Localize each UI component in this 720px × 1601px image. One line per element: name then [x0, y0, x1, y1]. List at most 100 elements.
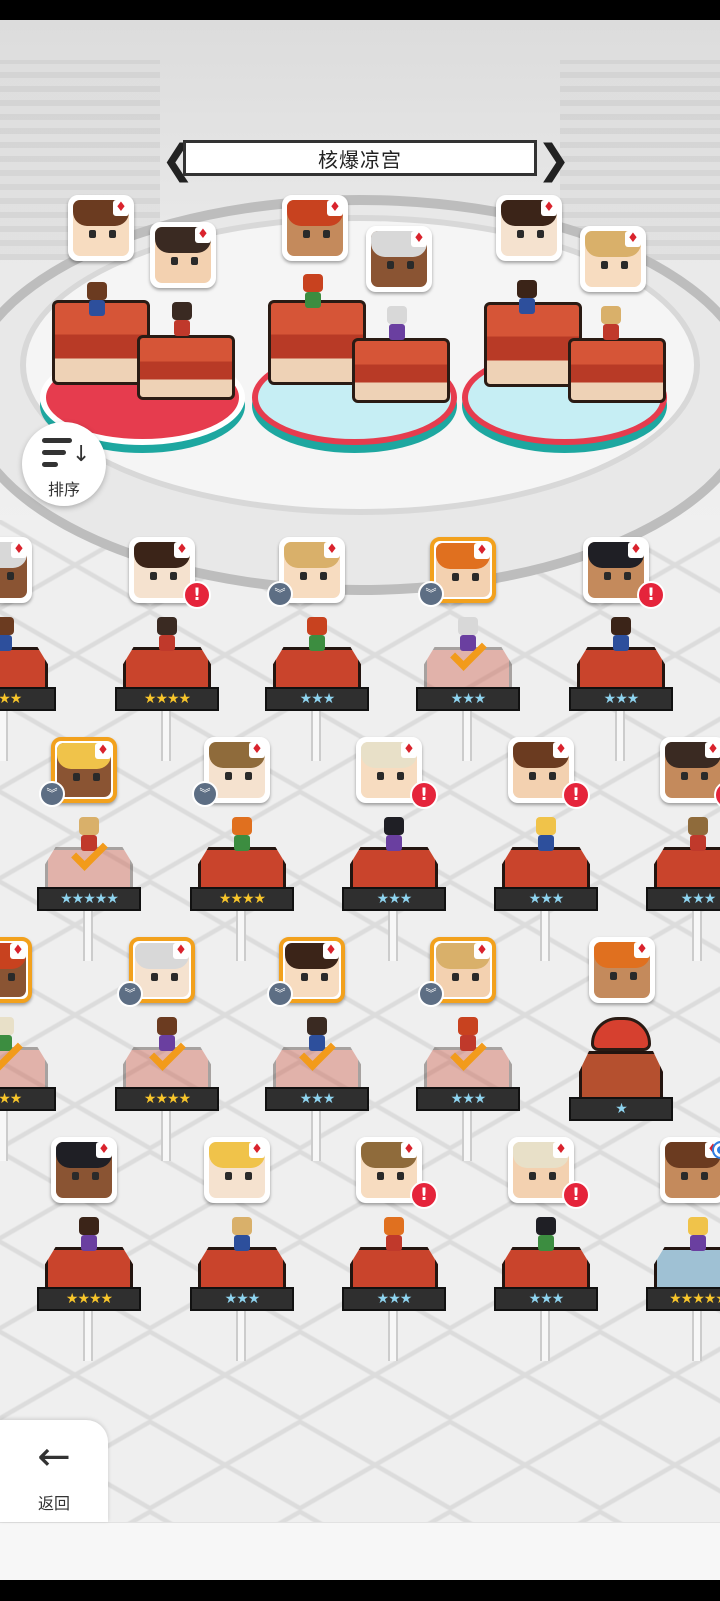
team-pedestal-block	[352, 338, 450, 403]
portrait-eye	[89, 230, 96, 238]
roster-character[interactable]: ★★★★ ♦	[37, 1137, 141, 1361]
sprite-head	[79, 1217, 99, 1235]
roster-character[interactable]: ★★★★ ♦!	[115, 537, 219, 761]
roster-character[interactable]: ★★★★★ ♦ ︾	[37, 737, 141, 961]
sprite-body	[613, 635, 629, 651]
sprite-head	[458, 1017, 478, 1035]
star-rating: ★★★	[342, 887, 446, 911]
sort-label: 排序	[47, 480, 80, 499]
character-portrait[interactable]: ♦	[660, 1137, 720, 1203]
character-portrait[interactable]: ♦	[366, 226, 432, 292]
character-portrait[interactable]: ♦	[0, 937, 32, 1003]
character-portrait[interactable]: ♦	[51, 1137, 117, 1203]
portrait-eye	[397, 1172, 404, 1180]
back-label: 返回	[37, 1494, 70, 1513]
exclamation-icon: !	[637, 581, 665, 609]
portrait-eye	[701, 1172, 708, 1180]
portrait-eye	[630, 972, 637, 980]
character-sprite	[150, 617, 184, 657]
pedestal-post	[388, 911, 398, 961]
roster-character[interactable]: ★★★ ♦	[0, 937, 56, 1161]
roster-character[interactable]: ★ ♦	[569, 937, 673, 1137]
next-team-arrow-icon[interactable]: ❯	[537, 138, 571, 182]
character-portrait[interactable]: ♦	[660, 737, 720, 803]
diamond-suit-icon: ♦	[474, 543, 490, 559]
roster-character[interactable]: ★★★★ ♦ ︾	[115, 937, 219, 1161]
roster-character[interactable]: ★★★♦!	[342, 1137, 446, 1361]
roster-character[interactable]: ★★★ ♦	[0, 537, 56, 761]
roster-character[interactable]: ★★★ ♦ ︾	[416, 937, 520, 1161]
portrait-eye	[170, 572, 177, 580]
sprite-body	[519, 298, 535, 314]
pedestal-post	[388, 1311, 398, 1361]
sprite-head	[384, 1217, 404, 1235]
arrow-left-icon: ←	[37, 1434, 71, 1480]
sprite-body	[309, 635, 325, 651]
checkmark-icon	[293, 1043, 333, 1069]
character-portrait[interactable]: ♦	[0, 537, 32, 603]
star-rating: ★★★★★	[646, 1287, 720, 1311]
diamond-suit-icon: ♦	[401, 1142, 417, 1158]
back-button[interactable]: ← 返回	[0, 1420, 108, 1522]
pedestal-post	[692, 911, 702, 961]
diamond-suit-icon: ♦	[553, 742, 569, 758]
portrait-eye	[321, 973, 328, 981]
sprite-body	[690, 1235, 706, 1251]
character-portrait[interactable]: ♦	[496, 195, 562, 261]
star-rating: ★★★	[265, 1087, 369, 1111]
character-portrait[interactable]: ♦	[68, 195, 134, 261]
roster-character[interactable]: ★★★★ ♦ ︾	[190, 737, 294, 961]
character-portrait[interactable]: ♦	[589, 937, 655, 1003]
sprite-head	[303, 274, 323, 292]
portrait-eye	[387, 261, 394, 269]
character-sprite	[165, 302, 199, 342]
roster-character[interactable]: ★★★♦!	[342, 737, 446, 961]
roster-character[interactable]: ★★★★★ ♦	[646, 1137, 720, 1361]
star-rating: ★★★★	[37, 1287, 141, 1311]
sprite-head	[611, 617, 631, 635]
star-rating: ★★★	[494, 1287, 598, 1311]
roster-character[interactable]: ★★★♦!	[646, 737, 720, 961]
portrait-eye	[549, 1172, 556, 1180]
character-sprite	[225, 1217, 259, 1257]
character-portrait[interactable]: ♦	[282, 195, 348, 261]
sprite-body	[89, 300, 105, 316]
pedestal-post	[161, 1111, 171, 1161]
checkmark-icon	[65, 843, 105, 869]
character-portrait[interactable]: ♦	[580, 226, 646, 292]
roster-character[interactable]: ★★★ ♦	[190, 1137, 294, 1361]
checkmark-icon	[444, 1043, 484, 1069]
roster-character[interactable]: ★★★ ♦ ︾	[265, 537, 369, 761]
sprite-head	[536, 1217, 556, 1235]
character-sprite	[377, 817, 411, 857]
portrait-eye	[621, 261, 628, 269]
portrait-eye	[225, 1172, 232, 1180]
roster-character[interactable]: ★★★ ♦ ︾	[416, 537, 520, 761]
pedestal-post	[236, 1311, 246, 1361]
portrait-eye	[681, 1172, 688, 1180]
character-portrait[interactable]: ♦	[204, 1137, 270, 1203]
prev-team-arrow-icon[interactable]: ❮	[161, 138, 195, 182]
diamond-suit-icon: ♦	[96, 1142, 112, 1158]
star-rating: ★★★	[494, 887, 598, 911]
roster-character[interactable]: ★★★ ♦ ︾	[265, 937, 369, 1161]
character-sprite	[300, 617, 334, 657]
roster-character[interactable]: ★★★♦!	[569, 537, 673, 761]
portrait-eye	[407, 261, 414, 269]
portrait-eye	[92, 1172, 99, 1180]
portrait-eye	[472, 973, 479, 981]
character-sprite	[681, 817, 715, 857]
star-rating: ★★★	[342, 1287, 446, 1311]
status-bar	[0, 0, 720, 20]
sort-button[interactable]: ↓ 排序	[22, 422, 106, 506]
sprite-head	[458, 617, 478, 635]
team-name-title: 核爆凉宫	[183, 140, 537, 176]
sprite-body	[234, 835, 250, 851]
character-portrait[interactable]: ♦	[150, 222, 216, 288]
roster-character[interactable]: ★★★♦!	[494, 1137, 598, 1361]
character-sprite	[529, 1217, 563, 1257]
star-rating: ★★★★	[190, 887, 294, 911]
roster-character[interactable]: ★★★♦!	[494, 737, 598, 961]
pedestal-post	[161, 711, 171, 761]
team-pedestal-block	[137, 335, 235, 400]
